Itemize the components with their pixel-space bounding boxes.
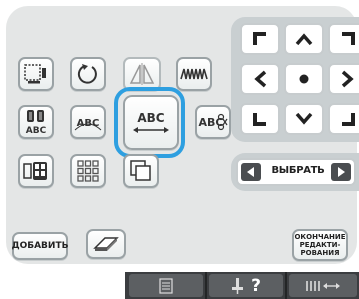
select-box: ВЫБРАТЬ <box>236 158 356 186</box>
size-button[interactable] <box>18 57 54 91</box>
help-question-mark: ? <box>251 275 261 296</box>
scissors-text-icon: ABC <box>199 113 228 131</box>
chevron-up-icon <box>295 33 313 46</box>
rotate-icon <box>77 64 97 84</box>
density-button[interactable] <box>176 57 212 91</box>
delete-button[interactable] <box>86 229 126 259</box>
array-icon <box>23 162 47 180</box>
font-spool-icon: ABC <box>26 110 47 135</box>
add-button[interactable]: ДОБАВИТЬ <box>12 232 68 260</box>
list-icon <box>159 277 173 294</box>
chevron-down-icon <box>295 112 313 125</box>
move-up-button[interactable] <box>284 23 324 55</box>
select-bar: ВЫБРАТЬ <box>231 153 359 191</box>
chevron-right-icon <box>341 70 354 88</box>
grid-icon <box>77 160 99 182</box>
move-down-right-button[interactable] <box>328 103 359 135</box>
multi-color-button[interactable] <box>70 154 106 188</box>
finish-editing-line-3: РОВАНИЯ <box>300 249 340 257</box>
move-up-right-button[interactable] <box>328 23 359 55</box>
move-left-button[interactable] <box>240 63 280 95</box>
move-up-left-button[interactable] <box>240 23 280 55</box>
finish-editing-line-2: РЕДАКТИ- <box>299 241 341 249</box>
triangle-right-icon <box>338 167 345 177</box>
mirror-icon <box>129 63 155 85</box>
split-text-label: ABC <box>199 116 224 129</box>
move-center-button[interactable] <box>284 63 324 95</box>
move-right-button[interactable] <box>328 63 359 95</box>
split-text-button[interactable]: ABC <box>195 105 231 139</box>
font-button[interactable]: ABC <box>18 105 54 139</box>
select-next-button[interactable] <box>331 163 351 181</box>
arc-text-button[interactable]: ABC <box>70 105 106 139</box>
embroidery-edit-screen: ABC ABC ABC ABC ВЫБРАТЬ ДОБАВИТЬ ОКОНЧАН… <box>2 2 359 299</box>
select-previous-button[interactable] <box>241 163 261 181</box>
finish-editing-button[interactable]: ОКОНЧАНИЕ РЕДАКТИ- РОВАНИЯ <box>292 229 348 261</box>
font-button-text: ABC <box>26 126 47 135</box>
arc-text-icon: ABC <box>74 118 102 131</box>
tab-help[interactable]: ? <box>209 274 283 297</box>
stitch-density-icon <box>180 68 208 80</box>
select-label: ВЫБРАТЬ <box>271 165 325 176</box>
corner-down-right-icon <box>342 113 355 126</box>
mirror-button[interactable] <box>123 57 161 91</box>
tab-pattern-list[interactable] <box>129 274 203 297</box>
rotate-button[interactable] <box>70 57 106 91</box>
bottom-toolbar: ? <box>125 272 359 299</box>
tab-separator <box>285 272 287 299</box>
move-arrow-pad <box>231 17 359 142</box>
center-dot-icon <box>299 74 309 84</box>
needle-help-icon <box>232 277 244 294</box>
border-button[interactable] <box>123 154 159 188</box>
thread-length-icon <box>306 280 340 291</box>
triangle-left-icon <box>247 167 254 177</box>
chevron-left-icon <box>254 70 267 88</box>
array-button[interactable] <box>18 154 54 188</box>
finish-editing-line-1: ОКОНЧАНИЕ <box>294 233 346 241</box>
resize-icon <box>24 64 46 84</box>
tab-thread-length[interactable] <box>289 274 357 297</box>
corner-up-right-icon <box>342 32 355 45</box>
move-down-left-button[interactable] <box>240 103 280 135</box>
corner-down-left-icon <box>253 113 266 126</box>
move-down-button[interactable] <box>284 103 324 135</box>
tab-separator <box>205 272 207 299</box>
corner-up-left-icon <box>253 32 266 45</box>
border-frame-icon <box>130 160 151 181</box>
selection-highlight <box>114 87 185 158</box>
eraser-icon <box>93 237 119 251</box>
